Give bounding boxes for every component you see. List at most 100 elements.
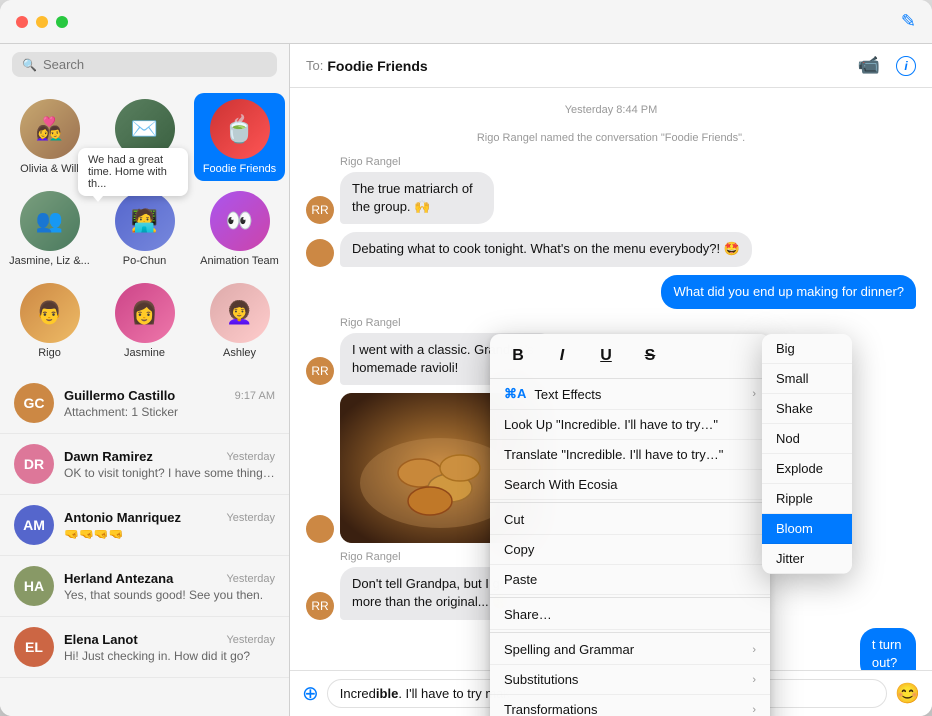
strikethrough-button[interactable]: S	[636, 342, 664, 370]
msg-group: t turn out?	[833, 628, 916, 671]
msg-avatar	[306, 515, 334, 543]
avatar-item-ashley[interactable]: 👩‍🦱 Ashley	[194, 277, 285, 365]
emoji-button[interactable]: 😊	[895, 681, 920, 706]
cm-item-text: Copy	[504, 542, 534, 557]
underline-button[interactable]: U	[592, 342, 620, 370]
message-bubble: t turn out?	[860, 628, 916, 671]
chat-header-left: To: Foodie Friends	[306, 58, 428, 74]
conv-header-row: Herland Antezana Yesterday	[64, 571, 275, 586]
sm-item-shake[interactable]: Shake	[762, 394, 852, 424]
conv-item-guillermo[interactable]: GC Guillermo Castillo 9:17 AM Attachment…	[0, 373, 289, 434]
message-bubble: Debating what to cook tonight. What's on…	[340, 232, 752, 266]
text-effects-submenu: Big Small Shake Nod Explode Ripple Bloom…	[762, 334, 852, 574]
avatar-item-jasmine-liz[interactable]: 👥 Jasmine, Liz &...	[4, 185, 95, 273]
sm-item-explode[interactable]: Explode	[762, 454, 852, 484]
chat-title: Foodie Friends	[327, 58, 427, 74]
cm-item-substitutions[interactable]: Substitutions ›	[490, 665, 770, 695]
minimize-button[interactable]	[36, 16, 48, 28]
bold-button[interactable]: B	[504, 342, 532, 370]
msg-group: Rigo Rangel The true matriarch of the gr…	[340, 156, 567, 224]
avatar-label: Ashley	[223, 347, 256, 359]
avatar-label: Po-Chun	[123, 255, 166, 267]
sm-item-bloom[interactable]: Bloom	[762, 514, 852, 544]
tooltip: We had a great time. Home with th...	[78, 148, 188, 196]
msg-avatar: RR	[306, 592, 334, 620]
cm-item-copy[interactable]: Copy	[490, 535, 770, 565]
to-label: To:	[306, 58, 323, 73]
msg-avatar: RR	[306, 196, 334, 224]
chevron-right-icon: ›	[752, 644, 756, 656]
conv-content: Herland Antezana Yesterday Yes, that sou…	[64, 571, 275, 602]
cm-item-look-up[interactable]: Look Up "Incredible. I'll have to try…"	[490, 410, 770, 440]
message-row: Debating what to cook tonight. What's on…	[306, 232, 916, 266]
sm-item-small[interactable]: Small	[762, 364, 852, 394]
main-layout: 🔍 👩‍❤️‍👨 Olivia & Will ✉️ Penpals	[0, 44, 932, 716]
conv-preview: OK to visit tonight? I have some things …	[64, 466, 275, 480]
chevron-right-icon: ›	[752, 674, 756, 686]
conv-item-herland[interactable]: HA Herland Antezana Yesterday Yes, that …	[0, 556, 289, 617]
cm-item-text: Translate "Incredible. I'll have to try……	[504, 447, 723, 462]
conv-content: Guillermo Castillo 9:17 AM Attachment: 1…	[64, 388, 275, 419]
sm-item-nod[interactable]: Nod	[762, 424, 852, 454]
add-attachment-button[interactable]: ⊕	[302, 681, 319, 706]
avatar-label: Rigo	[38, 347, 61, 359]
conv-content: Antonio Manriquez Yesterday 🤜🤜🤜🤜	[64, 510, 275, 541]
fullscreen-button[interactable]	[56, 16, 68, 28]
message-bubble: The true matriarch of the group. 🙌	[340, 172, 494, 224]
conv-content: Elena Lanot Yesterday Hi! Just checking …	[64, 632, 275, 663]
sm-item-big[interactable]: Big	[762, 334, 852, 364]
cm-toolbar: B I U S	[490, 334, 770, 379]
context-menu: B I U S ⌘A Text Effects › Look Up "Incre…	[490, 334, 770, 716]
avatar-item-po-chun[interactable]: 🧑‍💻 Po-Chun	[99, 185, 190, 273]
text-effects-icon: ⌘A	[504, 386, 526, 402]
message-input-text[interactable]: Incredible. I'll have to try mak	[340, 686, 510, 701]
conv-time: Yesterday	[226, 573, 275, 585]
chat-header-right: 📹 i	[858, 55, 916, 76]
avatar-grid: 👩‍❤️‍👨 Olivia & Will ✉️ Penpals 🍵 Foodie…	[0, 85, 289, 373]
avatar-item-foodie-friends[interactable]: 🍵 Foodie Friends	[194, 93, 285, 181]
video-call-icon[interactable]: 📹	[858, 55, 880, 76]
cm-item-text: Search With Ecosia	[504, 477, 617, 492]
conv-header-row: Antonio Manriquez Yesterday	[64, 510, 275, 525]
conv-item-antonio[interactable]: AM Antonio Manriquez Yesterday 🤜🤜🤜🤜	[0, 495, 289, 556]
avatar-item-rigo[interactable]: 👨 Rigo	[4, 277, 95, 365]
search-input-wrap: 🔍	[12, 52, 277, 77]
conv-avatar: AM	[14, 505, 54, 545]
cm-item-translate[interactable]: Translate "Incredible. I'll have to try……	[490, 440, 770, 470]
avatar-item-jasmine[interactable]: 👩 Jasmine	[99, 277, 190, 365]
cm-item-text-effects[interactable]: ⌘A Text Effects ›	[490, 379, 770, 410]
cm-item-text: Cut	[504, 512, 524, 527]
compose-icon[interactable]: ✎	[901, 11, 916, 32]
cm-item-spelling[interactable]: Spelling and Grammar ›	[490, 635, 770, 665]
separator	[490, 597, 770, 598]
conv-header-row: Dawn Ramirez Yesterday	[64, 449, 275, 464]
sm-item-ripple[interactable]: Ripple	[762, 484, 852, 514]
conv-item-elena[interactable]: EL Elena Lanot Yesterday Hi! Just checki…	[0, 617, 289, 678]
avatar-circle: 👩	[115, 283, 175, 343]
cm-item-transformations[interactable]: Transformations ›	[490, 695, 770, 716]
cm-item-search-ecosia[interactable]: Search With Ecosia	[490, 470, 770, 500]
cm-item-share[interactable]: Share…	[490, 600, 770, 630]
conv-avatar: HA	[14, 566, 54, 606]
cm-item-text: Paste	[504, 572, 537, 587]
conv-item-dawn[interactable]: DR Dawn Ramirez Yesterday OK to visit to…	[0, 434, 289, 495]
conv-name: Dawn Ramirez	[64, 449, 153, 464]
avatar-item-animation-team[interactable]: 👀 Animation Team	[194, 185, 285, 273]
conv-preview: Yes, that sounds good! See you then.	[64, 588, 275, 602]
conv-avatar: GC	[14, 383, 54, 423]
italic-button[interactable]: I	[548, 342, 576, 370]
tooltip-text: We had a great time. Home with th...	[88, 154, 167, 190]
info-icon[interactable]: i	[896, 56, 916, 76]
search-input[interactable]	[43, 57, 267, 72]
message-row: RR Rigo Rangel The true matriarch of the…	[306, 156, 916, 224]
message-bubble: What did you end up making for dinner?	[661, 275, 916, 309]
app-window: ✎ 🔍 👩‍❤️‍👨 Olivia & Will ✉️	[0, 0, 932, 716]
avatar-circle: 👀	[210, 191, 270, 251]
sm-item-jitter[interactable]: Jitter	[762, 544, 852, 574]
title-bar: ✎	[0, 0, 932, 44]
sidebar: 🔍 👩‍❤️‍👨 Olivia & Will ✉️ Penpals	[0, 44, 290, 716]
close-button[interactable]	[16, 16, 28, 28]
cm-item-cut[interactable]: Cut	[490, 505, 770, 535]
system-msg: Rigo Rangel named the conversation "Food…	[306, 132, 916, 144]
cm-item-paste[interactable]: Paste	[490, 565, 770, 595]
